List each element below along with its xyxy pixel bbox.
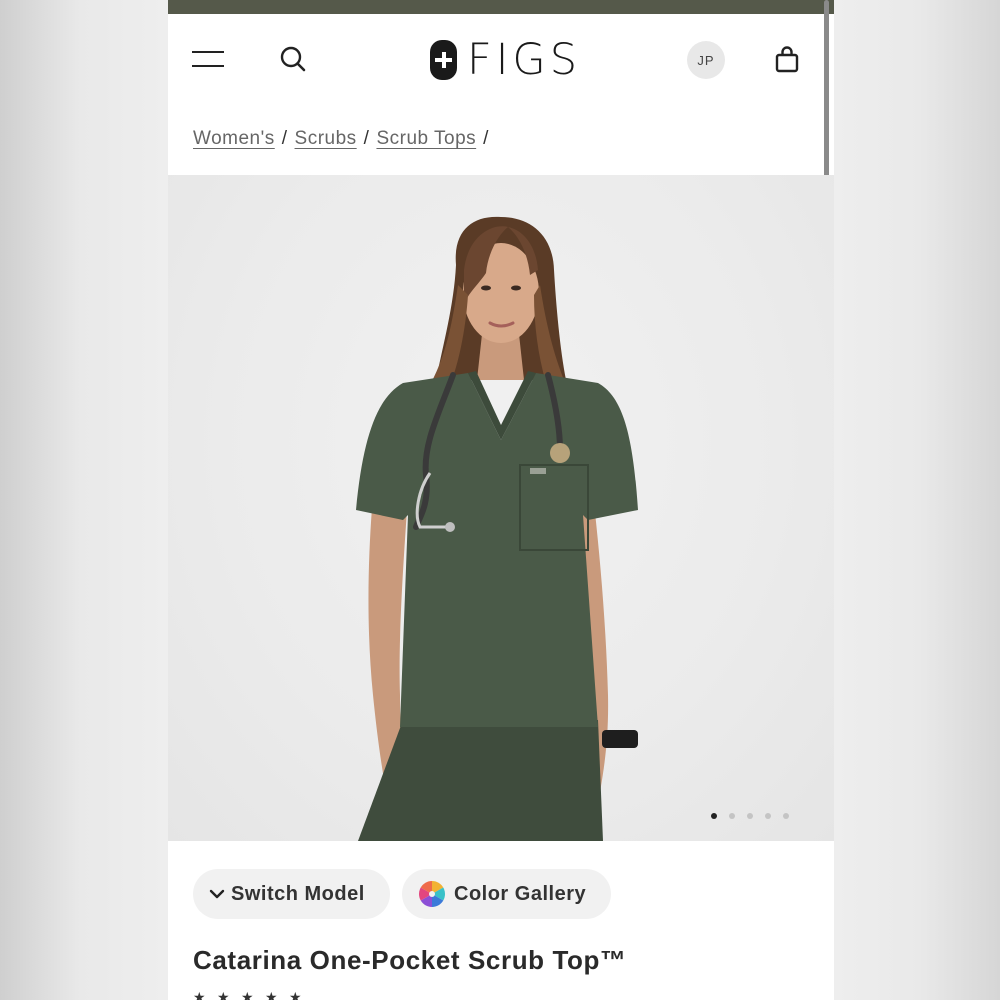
breadcrumb-separator: / (483, 128, 489, 149)
gallery-dot[interactable] (711, 813, 717, 819)
product-photo-model-in-scrubs (356, 216, 638, 841)
breadcrumb-separator: / (363, 128, 370, 149)
switch-model-button[interactable]: Switch Model (193, 869, 390, 919)
account-avatar[interactable]: JP (687, 41, 725, 79)
star-icon: ★ (265, 989, 278, 1000)
star-icon: ★ (193, 989, 206, 1000)
breadcrumb-link-scrubs[interactable]: Scrubs (295, 128, 357, 149)
logo-text: FIGS (467, 35, 582, 85)
breadcrumb-separator: / (281, 128, 288, 149)
gallery-pagination (711, 813, 789, 819)
gallery-dot[interactable] (747, 813, 753, 819)
hamburger-menu-icon[interactable] (192, 51, 226, 69)
status-bar (168, 0, 834, 14)
product-image-gallery[interactable] (168, 175, 834, 841)
star-icon: ★ (289, 989, 302, 1000)
color-gallery-button[interactable]: Color Gallery (402, 869, 611, 919)
mobile-page: FIGS JP Women's / Scrubs / Scrub Tops / (168, 0, 834, 1000)
color-gallery-label: Color Gallery (454, 882, 587, 905)
product-title: Catarina One-Pocket Scrub Top™ (193, 945, 627, 975)
figs-logo[interactable]: FIGS (430, 38, 581, 82)
search-icon[interactable] (278, 44, 308, 74)
gallery-dot[interactable] (729, 813, 735, 819)
breadcrumb-link-scrub-tops[interactable]: Scrub Tops (376, 128, 476, 149)
rating-stars[interactable]: ★ ★ ★ ★ ★ (193, 990, 303, 1000)
gallery-dot[interactable] (765, 813, 771, 819)
star-icon: ★ (217, 989, 230, 1000)
star-icon: ★ (241, 989, 254, 1000)
switch-model-label: Switch Model (231, 882, 365, 905)
color-wheel-icon (418, 881, 446, 907)
gallery-dot[interactable] (783, 813, 789, 819)
chevron-down-icon (209, 889, 225, 899)
site-header: FIGS JP (168, 14, 834, 106)
breadcrumb: Women's / Scrubs / Scrub Tops / (193, 128, 496, 150)
shopping-bag-icon[interactable] (774, 45, 800, 75)
breadcrumb-link-womens[interactable]: Women's (193, 128, 275, 149)
logo-plus-icon (430, 40, 457, 80)
